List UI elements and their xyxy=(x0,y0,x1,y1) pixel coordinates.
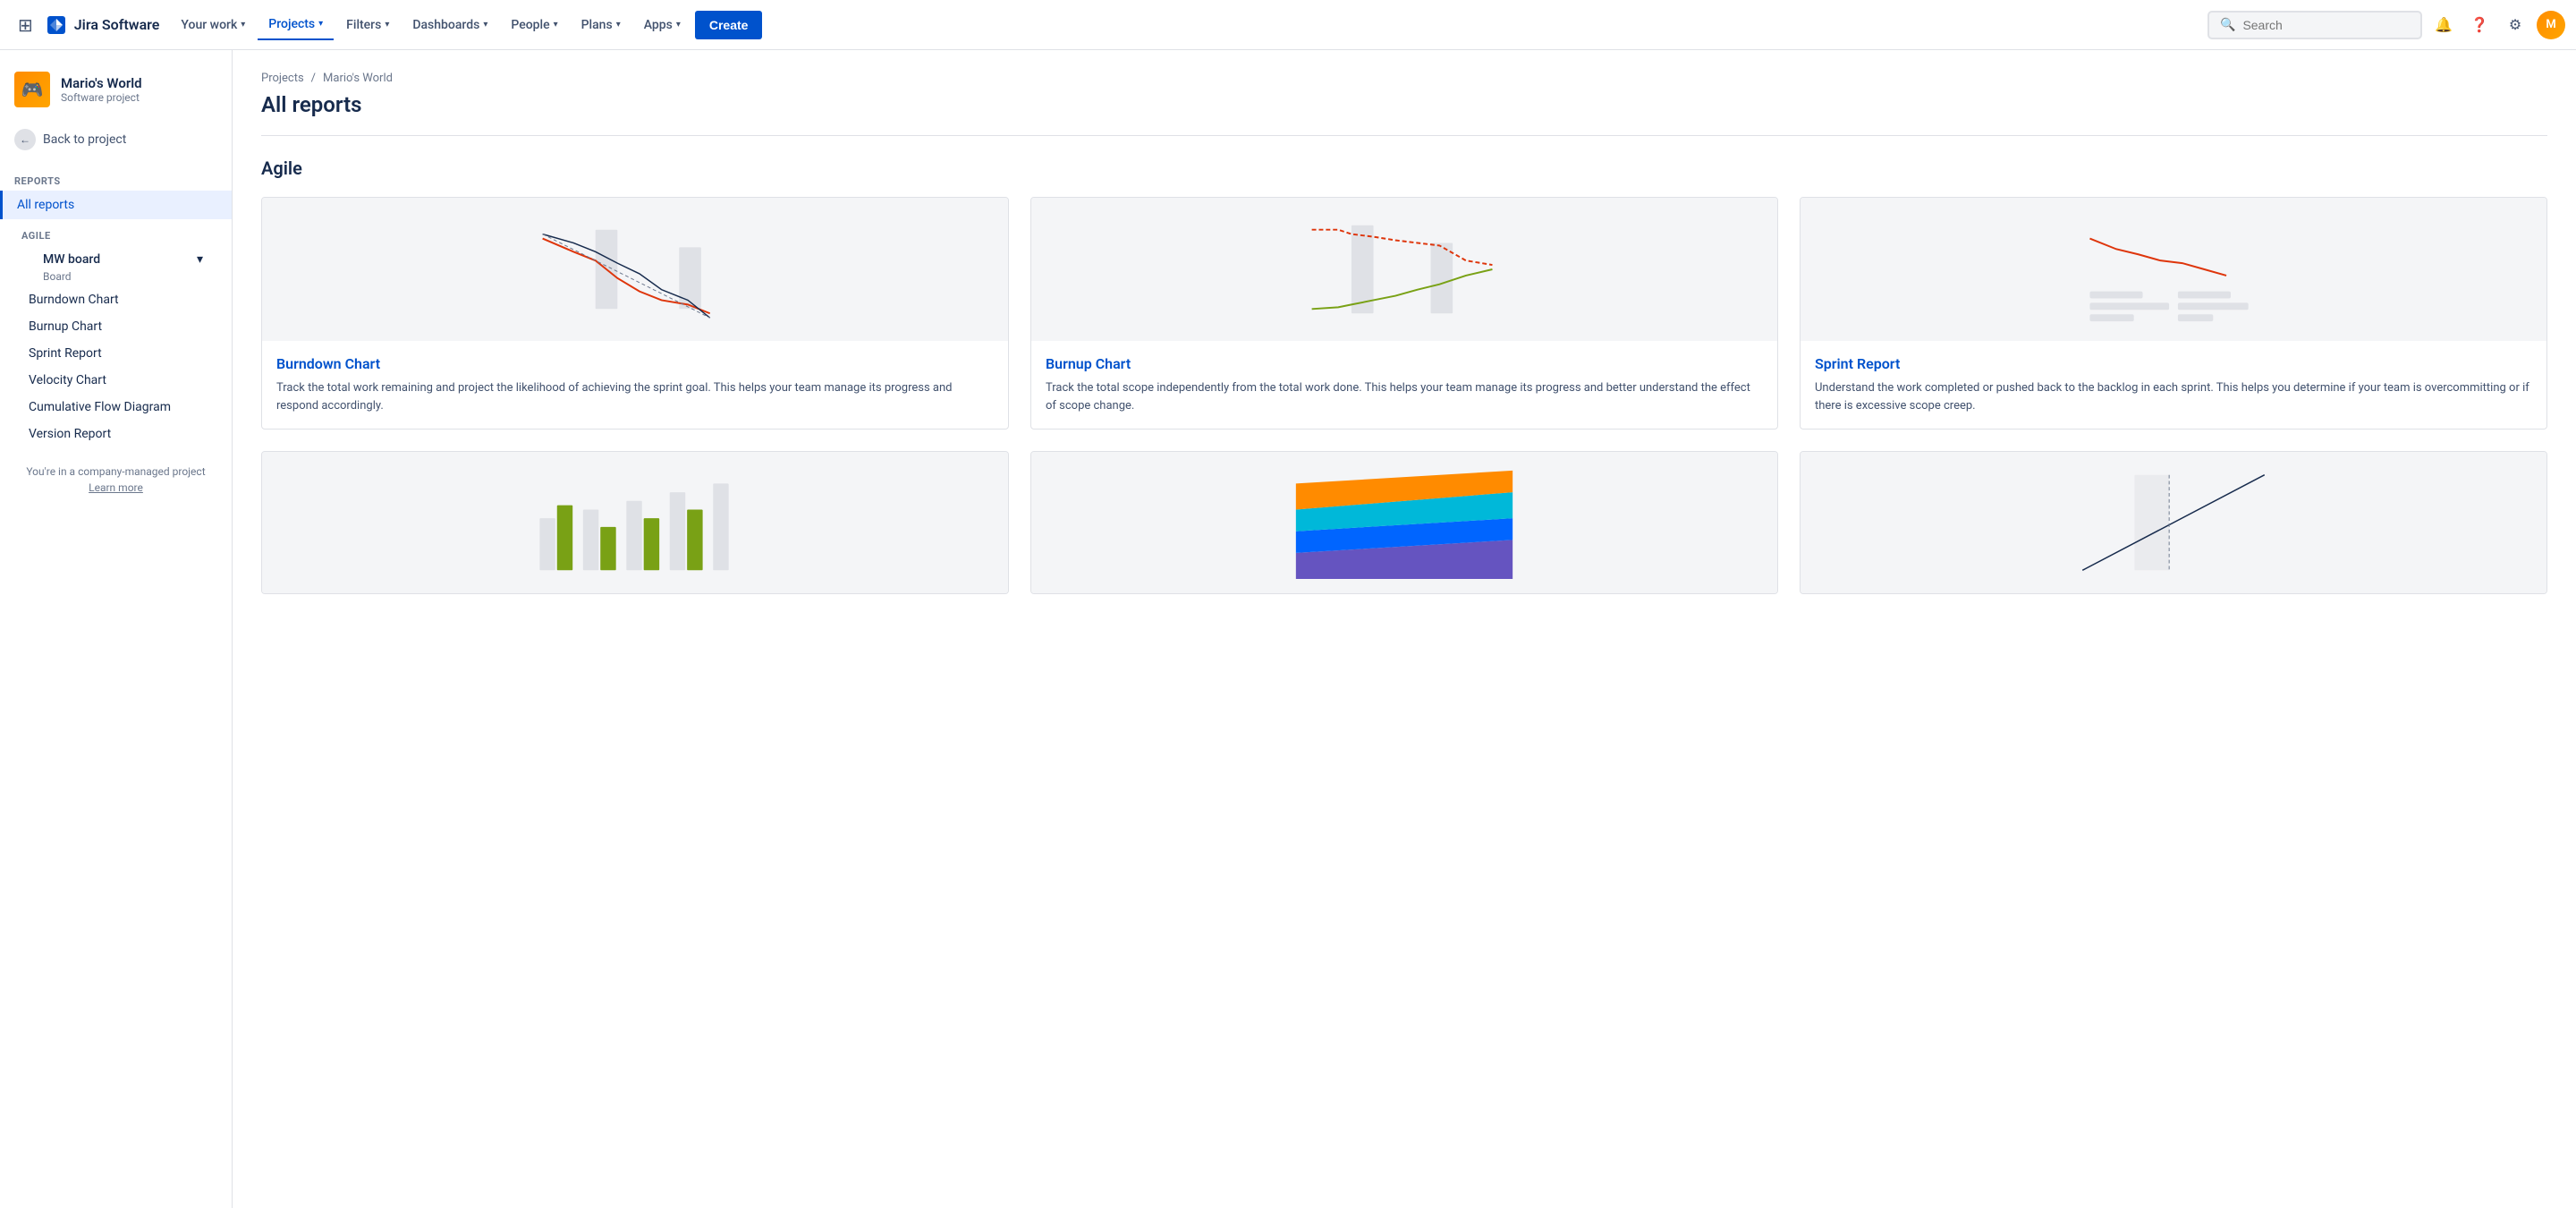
nav-dashboards[interactable]: Dashboards ▾ xyxy=(402,11,498,39)
breadcrumb-projects[interactable]: Projects xyxy=(261,72,304,85)
nav-items: Your work ▾ Projects ▾ Filters ▾ Dashboa… xyxy=(170,10,691,40)
breadcrumb-separator: / xyxy=(311,72,316,85)
agile-subsection: AGILE MW board ▾ Board Burndown Chart Bu… xyxy=(0,219,232,451)
sidebar-bottom: You're in a company-managed project Lear… xyxy=(0,451,232,508)
burnup-title[interactable]: Burnup Chart xyxy=(1046,355,1763,372)
board-header: MW board ▾ xyxy=(21,245,217,270)
sprint-card-body: Sprint Report Understand the work comple… xyxy=(1801,341,2546,429)
nav-your-work[interactable]: Your work ▾ xyxy=(170,11,256,39)
sidebar-sprint[interactable]: Sprint Report xyxy=(21,340,217,367)
project-type: Software project xyxy=(61,91,142,104)
burnup-chart-preview xyxy=(1031,198,1777,341)
chevron-down-icon: ▾ xyxy=(318,19,323,29)
board-type: Board xyxy=(21,270,217,286)
velocity-card-partial[interactable] xyxy=(261,451,1009,594)
help-button[interactable]: ❓ xyxy=(2465,11,2494,39)
sprint-chart-preview xyxy=(1801,198,2546,341)
main-layout: 🎮 Mario's World Software project ← Back … xyxy=(0,50,2576,1208)
burndown-chart-preview xyxy=(262,198,1008,341)
page-title: All reports xyxy=(261,92,2547,117)
chevron-down-icon: ▾ xyxy=(483,20,487,30)
breadcrumb-project[interactable]: Mario's World xyxy=(323,72,393,85)
agile-title: AGILE xyxy=(21,223,217,245)
burndown-desc: Track the total work remaining and proje… xyxy=(276,379,994,414)
burnup-card[interactable]: Burnup Chart Track the total scope indep… xyxy=(1030,197,1778,430)
chevron-down-icon: ▾ xyxy=(616,20,621,30)
nav-plans[interactable]: Plans ▾ xyxy=(571,11,631,39)
settings-button[interactable]: ⚙ xyxy=(2501,11,2529,39)
jira-logo[interactable]: Jira Software xyxy=(44,13,160,38)
burnup-desc: Track the total scope independently from… xyxy=(1046,379,1763,414)
version-card-partial[interactable] xyxy=(1800,451,2547,594)
top-navigation: ⊞ Jira Software Your work ▾ Projects ▾ F… xyxy=(0,0,2576,50)
sidebar-burnup[interactable]: Burnup Chart xyxy=(21,313,217,340)
burndown-card[interactable]: Burndown Chart Track the total work rema… xyxy=(261,197,1009,430)
board-name: MW board xyxy=(43,252,100,267)
bottom-cards xyxy=(261,451,2547,594)
chevron-down-icon: ▾ xyxy=(385,20,389,30)
sprint-title[interactable]: Sprint Report xyxy=(1815,355,2532,372)
cfd-card-partial[interactable] xyxy=(1030,451,1778,594)
jira-logo-text: Jira Software xyxy=(74,16,160,33)
sidebar-cfd[interactable]: Cumulative Flow Diagram xyxy=(21,394,217,421)
back-to-project-button[interactable]: ← Back to project xyxy=(0,122,232,157)
burnup-card-body: Burnup Chart Track the total scope indep… xyxy=(1031,341,1777,429)
project-info: Mario's World Software project xyxy=(61,75,142,104)
grid-icon[interactable]: ⊞ xyxy=(11,7,40,43)
sidebar: 🎮 Mario's World Software project ← Back … xyxy=(0,50,233,1208)
project-header: 🎮 Mario's World Software project xyxy=(0,64,232,122)
burndown-card-body: Burndown Chart Track the total work rema… xyxy=(262,341,1008,429)
divider xyxy=(261,135,2547,136)
sidebar-burndown[interactable]: Burndown Chart xyxy=(21,286,217,313)
project-icon: 🎮 xyxy=(14,72,50,107)
chevron-down-icon: ▾ xyxy=(676,20,681,30)
avatar[interactable]: M xyxy=(2537,11,2565,39)
sidebar-velocity[interactable]: Velocity Chart xyxy=(21,367,217,394)
nav-projects[interactable]: Projects ▾ xyxy=(258,10,334,40)
nav-apps[interactable]: Apps ▾ xyxy=(633,11,691,39)
sidebar-version[interactable]: Version Report xyxy=(21,421,217,447)
reports-section-title: Reports xyxy=(0,165,232,191)
back-icon: ← xyxy=(14,129,36,150)
version-chart-preview xyxy=(1801,452,2546,593)
sidebar-all-reports[interactable]: All reports xyxy=(0,191,232,219)
nav-left: ⊞ Jira Software Your work ▾ Projects ▾ F… xyxy=(11,7,762,43)
cards-grid: Burndown Chart Track the total work rema… xyxy=(261,197,2547,430)
chevron-down-icon: ▾ xyxy=(241,20,245,30)
search-icon: 🔍 xyxy=(2220,18,2235,32)
create-button[interactable]: Create xyxy=(695,11,763,39)
main-content: Projects / Mario's World All reports Agi… xyxy=(233,50,2576,1208)
section-agile: Agile xyxy=(261,157,2547,179)
cfd-chart-preview xyxy=(1031,452,1777,593)
search-input[interactable] xyxy=(2242,18,2410,32)
chevron-down-icon: ▾ xyxy=(554,20,558,30)
back-label: Back to project xyxy=(43,132,126,147)
burndown-title[interactable]: Burndown Chart xyxy=(276,355,994,372)
learn-more-link[interactable]: Learn more xyxy=(14,481,217,494)
sprint-desc: Understand the work completed or pushed … xyxy=(1815,379,2532,414)
nav-filters[interactable]: Filters ▾ xyxy=(335,11,400,39)
velocity-chart-preview xyxy=(262,452,1008,593)
nav-people[interactable]: People ▾ xyxy=(500,11,568,39)
search-box[interactable]: 🔍 xyxy=(2207,11,2422,39)
sprint-card[interactable]: Sprint Report Understand the work comple… xyxy=(1800,197,2547,430)
company-note: You're in a company-managed project xyxy=(26,465,205,478)
nav-right: 🔍 🔔 ❓ ⚙ M xyxy=(2207,11,2565,39)
notifications-button[interactable]: 🔔 xyxy=(2429,11,2458,39)
project-name: Mario's World xyxy=(61,75,142,91)
breadcrumb: Projects / Mario's World xyxy=(261,72,2547,85)
chevron-down-icon: ▾ xyxy=(197,252,203,267)
